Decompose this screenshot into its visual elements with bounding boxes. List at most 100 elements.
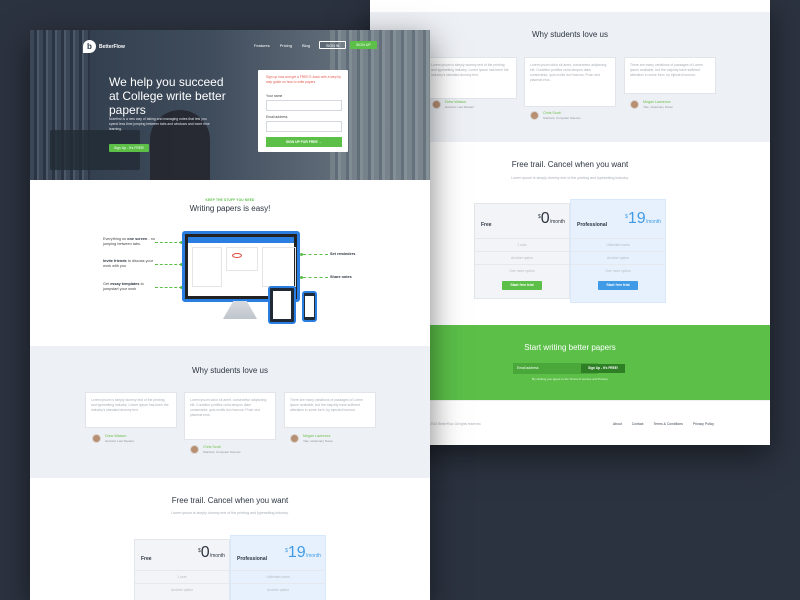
testimonials-title: Why students love us — [531, 30, 609, 39]
email-input[interactable] — [266, 121, 342, 132]
connector-line — [155, 264, 182, 265]
cta-terms-note: By clicking you agree to the Terms of se… — [532, 377, 608, 381]
testimonials-section: Why students love us Lorem ipsum is simp… — [370, 12, 770, 142]
nav-pricing[interactable]: Pricing — [280, 43, 292, 48]
testimonial-user: Chris Scott Stanford, Computer Science — [530, 111, 581, 120]
user-role: Yale, Veterinary Nurse — [643, 104, 673, 109]
brand-logo[interactable]: b BetterFlow — [83, 40, 125, 53]
user-role: Yale, Veterinary Nurse — [303, 438, 333, 443]
avatar — [190, 445, 199, 454]
avatar — [92, 434, 101, 443]
hero-signup-button[interactable]: Sign Up - It's FREE! — [109, 144, 150, 152]
testimonial-card: Lorem ipsum is simply dummy text of the … — [425, 57, 517, 99]
feature-invite-friends: Invite friends to discuss your work with… — [103, 259, 154, 268]
footer-link-privacy[interactable]: Privacy Policy — [693, 422, 714, 426]
plan-name: Professional — [577, 222, 608, 228]
hero-section: b BetterFlow Features Pricing Blog SIGN … — [30, 30, 430, 180]
cta-signup-button[interactable]: Sign Up - It's FREE! — [581, 364, 625, 373]
testimonial-card: There are many variations of passages of… — [624, 57, 716, 94]
connector-line — [155, 242, 182, 243]
plan-feature: One more option — [571, 264, 665, 277]
plan-price: $0/month — [538, 210, 565, 227]
user-role: Stanford, Computer Science — [543, 115, 581, 120]
features-kicker: KEEP THE STUFF YOU NEED — [205, 198, 255, 202]
plan-feature: 1 user — [475, 238, 569, 251]
avatar — [290, 434, 299, 443]
plan-feature: 1 user — [135, 570, 229, 583]
plan-price: $0/month — [198, 544, 225, 561]
copyright: © 2016 BetterFlow. All rights reserved. — [427, 422, 482, 426]
testimonial-user: Drew Watson Harvard, Law Student — [432, 100, 474, 109]
hero-title: We help you succeed at College write bet… — [109, 75, 226, 117]
email-label: Email address — [266, 115, 288, 119]
testimonials-section: Why students love us Lorem ipsum is simp… — [30, 346, 430, 478]
avatar — [530, 111, 539, 120]
pricing-pro-column: Professional $19/month Unlimited users A… — [230, 535, 326, 600]
user-role: Stanford, Computer Science — [203, 449, 241, 454]
signup-form: Sign up now and get a FREE E-book with a… — [258, 70, 348, 152]
footer: © 2016 BetterFlow. All rights reserved. … — [370, 400, 770, 445]
footer-links: About Contact Terms & Conditions Privacy… — [613, 422, 714, 426]
back-page-preview: Why students love us Lorem ipsum is simp… — [370, 0, 770, 445]
feature-essay-templates: Get essay templates to jumpstart your wo… — [103, 282, 144, 291]
front-page-preview: b BetterFlow Features Pricing Blog SIGN … — [30, 30, 430, 600]
form-submit-button[interactable]: SIGN UP FOR FREE → — [266, 137, 342, 147]
footer-link-terms[interactable]: Terms & Conditions — [653, 422, 682, 426]
plan-feature: Another option — [135, 583, 229, 596]
signup-button[interactable]: SIGN UP — [350, 41, 377, 49]
plan-feature: Another option — [571, 251, 665, 264]
avatar — [432, 100, 441, 109]
connector-line — [155, 287, 182, 288]
plan-name: Free — [141, 556, 152, 562]
footer-link-about[interactable]: About — [613, 422, 622, 426]
plan-feature: One more option — [475, 264, 569, 277]
testimonial-card: Lorem ipsum dolor sit amet, consectetur … — [184, 392, 276, 440]
testimonial-text: Lorem ipsum is simply dummy text of the … — [91, 398, 169, 412]
pricing-free-column: Free $0/month 1 user Another option One … — [474, 203, 570, 299]
pricing-pro-column: Professional $19/month Unlimited users A… — [570, 199, 666, 303]
connector-line — [303, 254, 328, 255]
pro-trial-button[interactable]: Start free trial — [598, 281, 638, 290]
tablet-mockup — [268, 286, 296, 324]
testimonial-user: Megan Lawrence Yale, Veterinary Nurse — [630, 100, 673, 109]
pricing-subtitle: Lorem ipsum is simply dummy text of the … — [171, 511, 289, 515]
name-input[interactable] — [266, 100, 342, 111]
feature-share-notes: Share notes — [330, 275, 352, 279]
form-hint: Sign up now and get a FREE E-book with a… — [266, 75, 341, 84]
pricing-subtitle: Lorem ipsum is simply dummy text of the … — [511, 176, 629, 180]
signin-button[interactable]: SIGN IN — [319, 41, 347, 49]
user-role: Harvard, Law Student — [105, 438, 135, 443]
avatar — [630, 100, 639, 109]
cta-title: Start writing better papers — [524, 343, 616, 352]
connector-line — [303, 277, 328, 278]
testimonial-text: Lorem ipsum dolor sit amet, consectetur … — [530, 63, 607, 82]
monitor-stand — [223, 301, 257, 319]
free-trial-button[interactable]: Start free trial — [502, 281, 542, 290]
footer-link-contact[interactable]: Contact — [632, 422, 644, 426]
feature-one-screen: Everything on one screen - no jumping be… — [103, 237, 155, 246]
testimonial-user: Drew Watson Harvard, Law Student — [92, 434, 134, 443]
logo-icon: b — [83, 40, 96, 53]
testimonial-card: Lorem ipsum dolor sit amet, consectetur … — [524, 57, 616, 107]
plan-feature: Another option — [475, 251, 569, 264]
pricing-title: Free trail. Cancel when you want — [171, 496, 289, 505]
testimonial-text: There are many variations of passages of… — [630, 63, 703, 77]
user-role: Harvard, Law Student — [445, 104, 475, 109]
plan-feature: Another option — [231, 583, 325, 596]
pricing-title: Free trail. Cancel when you want — [511, 160, 629, 169]
name-label: Your name — [266, 94, 283, 98]
cta-section: Start writing better papers Email addres… — [370, 325, 770, 400]
plan-price: $19/month — [625, 210, 661, 227]
testimonial-text: Lorem ipsum dolor sit amet, consectetur … — [190, 398, 267, 417]
testimonial-user: Chris Scott Stanford, Computer Science — [190, 445, 241, 454]
plan-feature: Unlimited users — [571, 238, 665, 251]
phone-mockup — [302, 291, 317, 322]
plan-name: Free — [481, 222, 492, 228]
testimonial-card: There are many variations of passages of… — [284, 392, 376, 428]
testimonial-text: Lorem ipsum is simply dummy text of the … — [431, 63, 509, 77]
feature-set-reminders: Set reminders — [330, 252, 356, 256]
main-nav: Features Pricing Blog — [254, 43, 310, 48]
nav-features[interactable]: Features — [254, 43, 270, 48]
nav-blog[interactable]: Blog — [302, 43, 310, 48]
pricing-free-column: Free $0/month 1 user Another option — [134, 539, 230, 600]
